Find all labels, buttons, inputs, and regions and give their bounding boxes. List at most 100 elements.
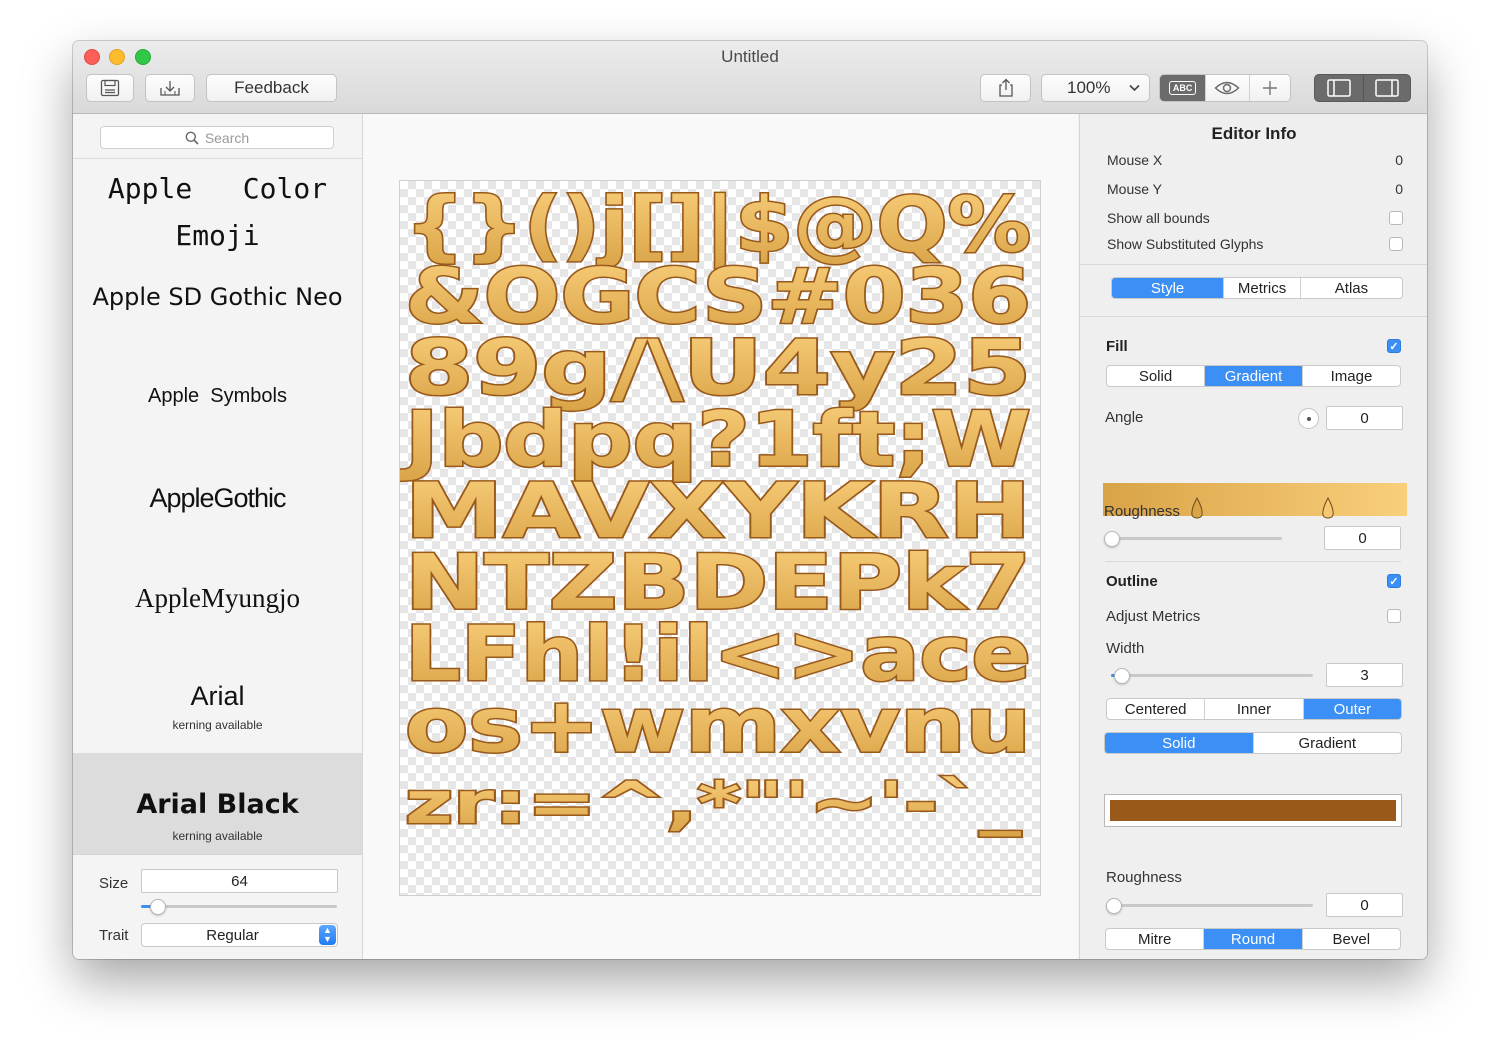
gradient-stop-handle[interactable]: [1321, 497, 1335, 519]
fill-mode-solid[interactable]: Solid: [1107, 366, 1205, 386]
line-join-segmented: Mitre Round Bevel: [1105, 928, 1401, 950]
outline-mode-segmented: Solid Gradient: [1104, 732, 1402, 754]
trait-label: Trait: [99, 927, 129, 944]
adjust-metrics-label: Adjust Metrics: [1106, 608, 1201, 625]
font-item-applegothic[interactable]: AppleGothic: [73, 483, 362, 543]
font-item-apple-color-emoji[interactable]: Apple Color Emoji: [73, 165, 362, 257]
fill-mode-segmented: Solid Gradient Image: [1106, 365, 1401, 387]
zoom-select[interactable]: 100%: [1041, 74, 1150, 102]
font-list: Apple Color Emoji Apple SD Gothic Neo Ap…: [73, 158, 362, 855]
fill-mode-gradient[interactable]: Gradient: [1205, 366, 1303, 386]
show-bounds-checkbox[interactable]: [1389, 211, 1403, 225]
font-item-name: Arial: [190, 681, 245, 711]
search-field[interactable]: Search: [100, 126, 334, 149]
tab-style[interactable]: Style: [1112, 278, 1225, 298]
size-field[interactable]: 64: [141, 869, 338, 893]
toggle-left-panel-button[interactable]: [1315, 75, 1364, 101]
adjust-metrics-checkbox[interactable]: [1387, 609, 1401, 623]
divider: [1080, 316, 1427, 317]
divider: [1080, 264, 1427, 265]
mouse-y-value: 0: [1395, 181, 1403, 197]
divider: [1105, 561, 1401, 562]
tab-atlas[interactable]: Atlas: [1301, 278, 1402, 298]
font-item-applemyungjo[interactable]: AppleMyungjo: [73, 583, 362, 643]
inspector-title: Editor Info: [1211, 124, 1297, 143]
outline-color-well[interactable]: [1104, 794, 1402, 827]
size-slider-knob[interactable]: [150, 899, 166, 915]
outline-width-field[interactable]: 3: [1326, 663, 1403, 687]
add-button[interactable]: [1250, 75, 1290, 101]
font-item-name: AppleMyungjo: [135, 583, 300, 613]
size-settings: Size 64 Trait Regular ▲ ▼: [73, 854, 362, 959]
font-item-name: Arial Black: [136, 789, 299, 820]
mouse-x-value: 0: [1395, 152, 1403, 168]
app-window: Untitled Feedback 100% ABC Search Apple …: [73, 41, 1427, 959]
font-item-arial[interactable]: Arial kerning available: [73, 681, 362, 761]
font-item-sub: kerning available: [172, 829, 263, 843]
feedback-button[interactable]: Feedback: [206, 74, 337, 102]
show-bounds-row: Show all bounds: [1107, 210, 1403, 226]
show-substituted-checkbox[interactable]: [1389, 237, 1403, 251]
angle-dial-dot: [1307, 417, 1311, 421]
fill-mode-image[interactable]: Image: [1303, 366, 1400, 386]
search-placeholder: Search: [204, 129, 250, 146]
fill-enabled-checkbox[interactable]: ✓: [1387, 339, 1401, 353]
font-item-sub: kerning available: [172, 718, 263, 732]
angle-field[interactable]: 0: [1326, 406, 1403, 430]
canvas-area: {}()j[]|$@Q% &OGCS#036 89g/\U4y25 Jbdpq?1ft…: [363, 114, 1078, 959]
export-button[interactable]: [145, 74, 195, 102]
outline-title: Outline: [1106, 573, 1158, 590]
outline-width-slider[interactable]: [1111, 668, 1313, 684]
fill-roughness-slider[interactable]: [1104, 531, 1282, 547]
show-bounds-label: Show all bounds: [1107, 210, 1210, 226]
outline-roughness-knob[interactable]: [1106, 898, 1122, 914]
title-bar: Untitled Feedback 100% ABC: [73, 41, 1427, 114]
share-icon: [998, 78, 1013, 97]
search-icon: [185, 131, 199, 145]
join-bevel[interactable]: Bevel: [1303, 929, 1400, 949]
outline-enabled-checkbox[interactable]: ✓: [1387, 574, 1401, 588]
save-button[interactable]: [86, 74, 134, 102]
outline-roughness-label: Roughness: [1106, 869, 1182, 886]
font-item-apple-symbols[interactable]: Apple Symbols: [73, 385, 362, 445]
fill-roughness-field[interactable]: 0: [1324, 526, 1401, 550]
mouse-x-label: Mouse X: [1107, 152, 1163, 168]
editor-info-inspector: Editor Info Mouse X 0 Mouse Y 0 Show all…: [1079, 114, 1427, 959]
outline-position-inner[interactable]: Inner: [1205, 699, 1304, 719]
inspector-tabs: Style Metrics Atlas: [1111, 277, 1403, 299]
outline-width-knob[interactable]: [1114, 668, 1130, 684]
outline-mode-gradient[interactable]: Gradient: [1254, 733, 1402, 753]
mouse-x-row: Mouse X 0: [1107, 152, 1403, 168]
abc-icon: ABC: [1168, 81, 1197, 95]
preview-toggle-button[interactable]: [1206, 75, 1250, 101]
outline-width-label: Width: [1106, 640, 1145, 657]
size-label: Size: [99, 875, 129, 892]
chevron-down-icon: [1129, 84, 1140, 92]
outline-position-centered[interactable]: Centered: [1107, 699, 1206, 719]
glyph-atlas-preview[interactable]: {}()j[]|$@Q% &OGCS#036 89g/\U4y25 Jbdpq?1ft…: [399, 180, 1041, 896]
trait-select[interactable]: Regular ▲ ▼: [141, 923, 338, 947]
font-item-apple-sd-gothic-neo[interactable]: Apple SD Gothic Neo: [73, 283, 362, 343]
right-sidebar-icon: [1375, 79, 1399, 97]
mouse-y-label: Mouse Y: [1107, 181, 1162, 197]
fill-roughness-knob[interactable]: [1104, 531, 1120, 547]
mouse-y-row: Mouse Y 0: [1107, 181, 1403, 197]
font-item-name: Apple SD Gothic Neo: [92, 283, 343, 311]
abc-toggle-button[interactable]: ABC: [1160, 75, 1207, 101]
share-button[interactable]: [980, 74, 1031, 102]
plus-icon: [1262, 81, 1277, 95]
gradient-stop-handle[interactable]: [1190, 497, 1204, 519]
join-round[interactable]: Round: [1204, 929, 1303, 949]
outline-position-outer[interactable]: Outer: [1303, 699, 1401, 719]
outline-mode-solid[interactable]: Solid: [1105, 733, 1254, 753]
toggle-right-panel-button[interactable]: [1364, 75, 1411, 101]
size-slider[interactable]: [141, 899, 337, 915]
angle-dial[interactable]: [1298, 408, 1319, 429]
glyph-row: os+wmxvnu: [405, 681, 1031, 770]
font-item-arial-black[interactable]: Arial Black kerning available: [73, 753, 362, 854]
join-mitre[interactable]: Mitre: [1106, 929, 1205, 949]
tab-metrics[interactable]: Metrics: [1224, 278, 1301, 298]
font-item-name: Apple Symbols: [148, 385, 287, 407]
outline-roughness-field[interactable]: 0: [1326, 893, 1403, 917]
outline-roughness-slider[interactable]: [1106, 898, 1313, 914]
